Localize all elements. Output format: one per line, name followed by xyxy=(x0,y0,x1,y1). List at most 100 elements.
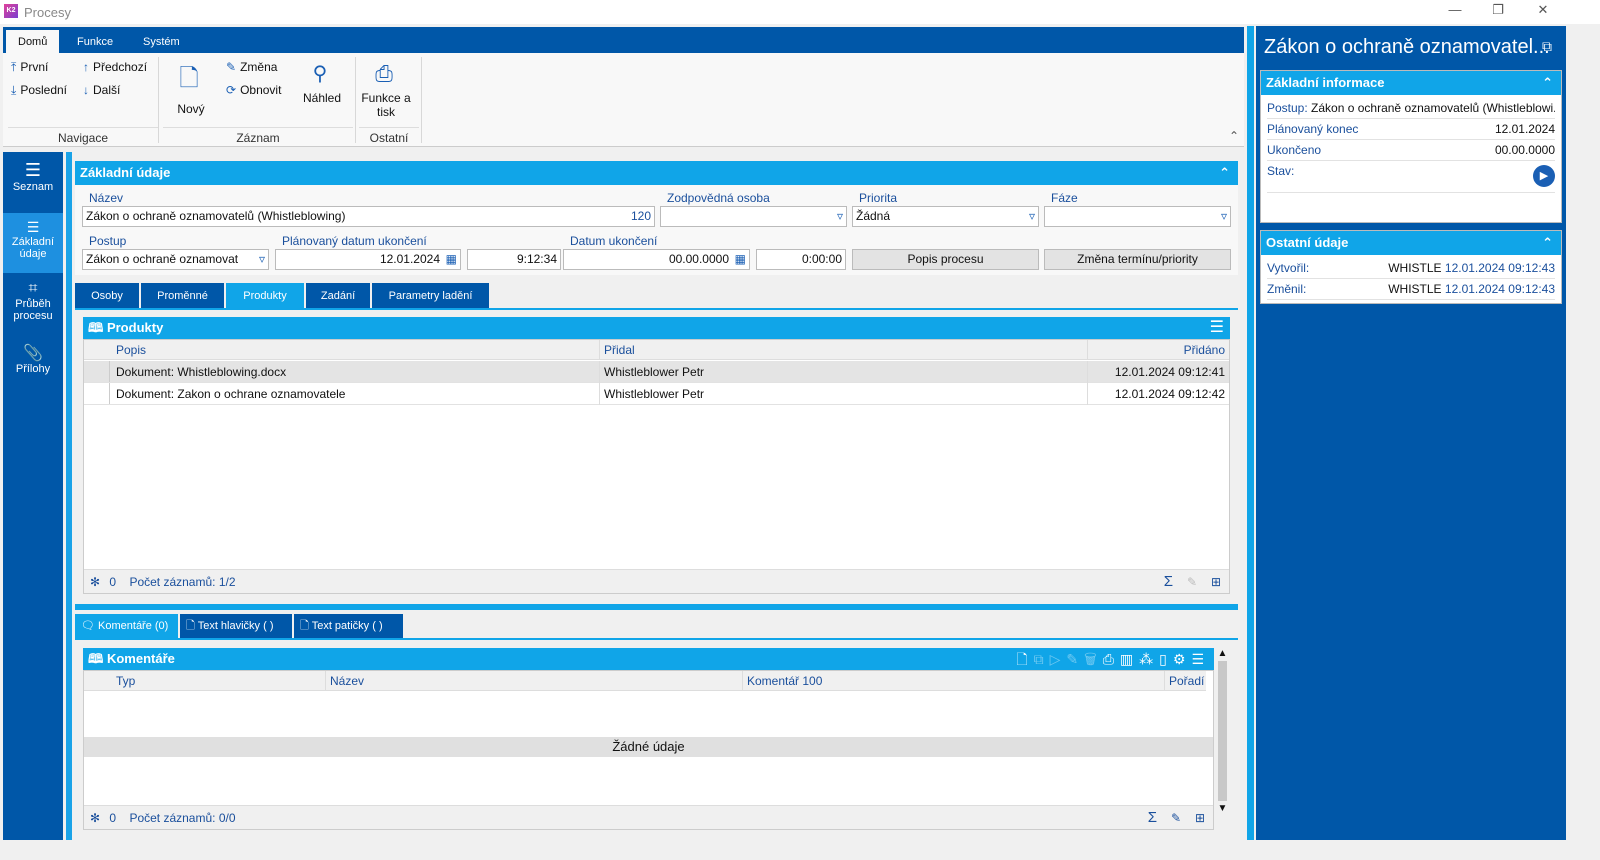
preview-button[interactable]: ⚲ Náhled xyxy=(301,61,343,105)
tab-persons[interactable]: Osoby xyxy=(75,283,139,309)
new-button[interactable]: 🗋 Nový xyxy=(173,61,209,116)
last-button[interactable]: ⤓ Poslední xyxy=(11,83,67,98)
sidebar-item-basic[interactable]: ☰ Základní údaje xyxy=(3,213,63,273)
column-header-description[interactable]: Popis xyxy=(112,340,150,360)
title-bar: K2 Procesy — ❐ ✕ xyxy=(0,0,1600,24)
play-state-icon[interactable]: ▶ xyxy=(1533,165,1555,187)
chart-icon[interactable]: ▥ xyxy=(1120,651,1139,667)
ribbon-tab-system[interactable]: Systém xyxy=(131,30,192,53)
tab-variables[interactable]: Proměnné xyxy=(141,283,224,309)
minimize-button[interactable]: — xyxy=(1440,2,1470,22)
table-row[interactable]: Dokument: Zakon o ochrane oznamovatele Wh… xyxy=(84,383,1229,405)
sidebar-item-attachments[interactable]: 📎 Přílohy xyxy=(3,337,63,395)
row-selector[interactable] xyxy=(84,361,110,382)
collapse-icon[interactable]: ⌃ xyxy=(1542,71,1553,95)
tab-header-text[interactable]: 🗋 Text hlavičky ( ) xyxy=(180,614,292,638)
tab-products[interactable]: Produkty xyxy=(226,283,304,309)
products-header: 🕮 Produkty ☰ xyxy=(83,317,1230,339)
record-count: Počet záznamů: 1/2 xyxy=(129,575,236,589)
sum-icon[interactable]: Σ xyxy=(1148,806,1157,830)
group-navigation: Navigace xyxy=(8,127,158,145)
calendar-icon[interactable]: ▦ xyxy=(735,250,746,269)
refresh-icon: ⟳ xyxy=(226,83,237,97)
cell-added-by: Whistleblower Petr xyxy=(599,361,708,383)
splitter[interactable] xyxy=(66,152,72,840)
asterisk-icon[interactable]: ✻ xyxy=(90,575,100,589)
menu-icon[interactable]: ☰ xyxy=(1210,317,1224,339)
next-button[interactable]: ↓ Další xyxy=(83,83,120,97)
created-row: Vytvořil: WHISTLE 12.01.2024 09:12:43 xyxy=(1267,258,1555,279)
comments-footer: ✻ 0 Počet záznamů: 0/0 Σ ✎ ⊞ xyxy=(84,805,1213,829)
refresh-button[interactable]: ⟳ Obnovit xyxy=(226,83,281,97)
cubes-icon[interactable]: ⁂ xyxy=(1139,651,1159,667)
column-header-type[interactable]: Typ xyxy=(112,671,139,691)
pencil-icon[interactable]: ✎ xyxy=(1171,806,1181,830)
document-icon: 🗋 xyxy=(179,65,199,92)
column-header-comment[interactable]: Komentář 100 xyxy=(742,671,826,691)
print-button[interactable]: ⎙ Funkce a tisk xyxy=(361,61,411,119)
previous-button[interactable]: ↑ Předchozí xyxy=(83,60,147,74)
comments-grid: Typ Název Komentář 100 Pořadí Žádné údaj… xyxy=(83,670,1214,830)
planned-date-field[interactable]: 12.01.2024 ▦ xyxy=(275,249,461,270)
tab-comments[interactable]: 🗨 Komentáře (0) xyxy=(75,614,178,638)
tab-footer-text[interactable]: 🗋 Text patičky ( ) xyxy=(294,614,403,638)
gear-icon[interactable]: ⚙ xyxy=(1173,651,1192,667)
planned-date-label: Plánovaný datum ukončení xyxy=(282,234,427,248)
arrow-down-icon: ↓ xyxy=(83,83,89,97)
comment-icon: 🗨 xyxy=(81,620,99,632)
procedure-row: Postup: Zákon o ochraně oznamovatelů (Wh… xyxy=(1267,98,1555,119)
process-description-button[interactable]: Popis procesu xyxy=(852,249,1039,270)
column-header-added-by[interactable]: Přidal xyxy=(599,340,639,360)
ribbon-tab-home[interactable]: Domů xyxy=(6,30,60,53)
new-icon[interactable]: 🗋 xyxy=(1016,651,1033,667)
row-selector[interactable] xyxy=(84,383,110,404)
pencil-icon[interactable]: ✎ xyxy=(1187,570,1197,594)
ribbon-tabs: Domů Funkce Systém xyxy=(3,27,1244,53)
column-header-added[interactable]: Přidáno xyxy=(1087,340,1229,360)
close-button[interactable]: ✕ xyxy=(1528,2,1558,22)
change-deadline-button[interactable]: Změna termínu/priority xyxy=(1044,249,1231,270)
products-footer: ✻ 0 Počet záznamů: 1/2 Σ ✎ ⊞ xyxy=(84,569,1229,593)
procedure-select[interactable]: Zákon o ochraně oznamovat ▿ xyxy=(82,249,269,270)
asterisk-icon[interactable]: ✻ xyxy=(90,811,100,825)
end-date-field[interactable]: 00.00.0000 ▦ xyxy=(563,249,750,270)
list-icon: ☰ xyxy=(24,160,42,180)
external-link-icon[interactable]: ⧉ xyxy=(1542,38,1552,55)
sidebar-item-progress[interactable]: ⌗ Průběh procesu xyxy=(3,276,63,334)
priority-select[interactable]: Žádná ▿ xyxy=(852,206,1039,227)
columns-icon[interactable]: ▯ xyxy=(1159,651,1173,667)
sum-icon[interactable]: Σ xyxy=(1164,570,1173,594)
phase-select[interactable]: ▿ xyxy=(1044,206,1231,227)
print-icon[interactable]: ⎙ xyxy=(1103,651,1120,667)
first-button[interactable]: ⤒ První xyxy=(11,60,48,75)
ribbon-tab-functions[interactable]: Funkce xyxy=(65,30,125,53)
name-field[interactable]: Zákon o ochraně oznamovatelů (Whistleblo… xyxy=(82,206,655,227)
dropdown-icon: ▿ xyxy=(258,252,265,266)
calendar-icon[interactable]: ▦ xyxy=(446,250,457,269)
responsible-select[interactable]: ▿ xyxy=(660,206,847,227)
tab-debug-params[interactable]: Parametry ladění xyxy=(372,283,489,309)
restore-button[interactable]: ❐ xyxy=(1483,2,1513,22)
preview-icon: ⚲ xyxy=(312,63,328,85)
book-icon: 🕮 xyxy=(88,320,107,335)
tab-assignment[interactable]: Zadání xyxy=(306,283,370,309)
add-record-icon[interactable]: ⊞ xyxy=(1195,806,1205,830)
column-header-order[interactable]: Pořadí xyxy=(1164,671,1208,691)
collapse-icon[interactable]: ⌃ xyxy=(1542,231,1553,255)
menu-icon[interactable]: ☰ xyxy=(1191,651,1210,667)
scrollbar[interactable]: ▲ ▼ xyxy=(1215,648,1230,830)
collapse-ribbon-icon[interactable]: ⌃ xyxy=(1229,129,1239,143)
splitter[interactable] xyxy=(75,604,1238,610)
panel-splitter[interactable] xyxy=(1247,26,1254,840)
table-row[interactable]: Dokument: Whistleblowing.docx Whistleblow… xyxy=(84,361,1229,383)
sidebar-item-list[interactable]: ☰ Seznam xyxy=(3,152,63,212)
tab-underline xyxy=(75,308,1238,310)
end-time-field[interactable]: 0:00:00 xyxy=(756,249,846,270)
cell-added-by: Whistleblower Petr xyxy=(599,383,708,405)
planned-time-field[interactable]: 9:12:34 xyxy=(467,249,561,270)
column-header-name[interactable]: Název xyxy=(325,671,368,691)
change-button[interactable]: ✎ Změna xyxy=(226,60,277,74)
add-record-icon[interactable]: ⊞ xyxy=(1211,570,1221,594)
collapse-icon[interactable]: ⌃ xyxy=(1219,161,1230,185)
tab-underline xyxy=(75,638,1238,640)
